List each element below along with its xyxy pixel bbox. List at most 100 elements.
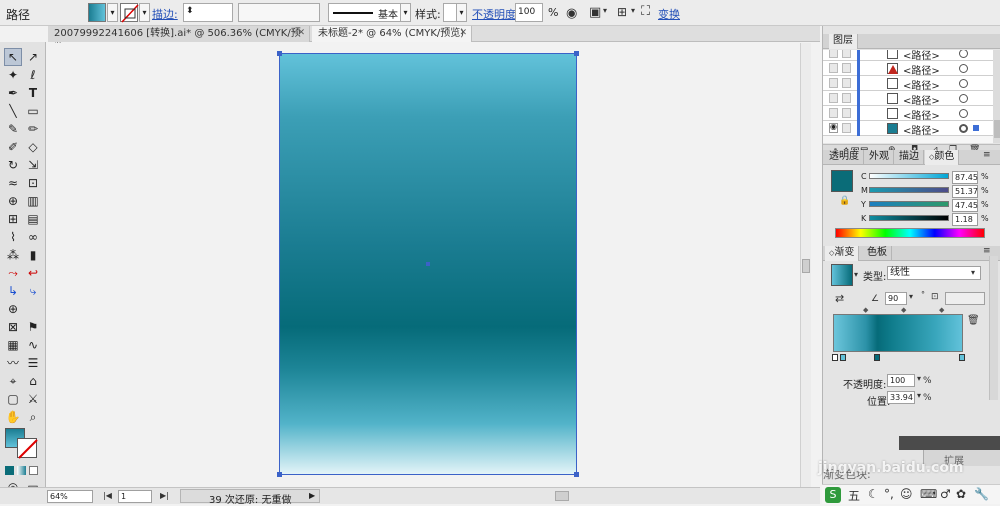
black-value[interactable]: 1.18 [952,213,978,226]
tab-gradient[interactable]: ◇渐变 [825,246,860,261]
chevron-down-icon[interactable]: ▾ [971,268,975,277]
midpoint-diamond-icon[interactable]: ◆ [863,306,868,314]
line-tool-icon[interactable]: ╲ [4,102,22,120]
knife-tool-icon[interactable]: ⚔ [24,390,42,408]
black-slider[interactable] [869,215,949,221]
graph-tool-icon[interactable]: ▦ [4,336,22,354]
zoom-field[interactable]: 64% [47,490,93,503]
angle-dropdown-icon[interactable]: ▾ [909,292,913,301]
curvature-tool-icon[interactable]: ↩ [24,264,42,282]
eyedropper-tool-icon[interactable]: ⌇ [4,228,22,246]
horizontal-scroll-thumb[interactable] [555,491,569,501]
lock-toggle[interactable] [842,108,851,118]
recolor-icon[interactable]: ◉ [566,6,577,21]
style-dropdown[interactable]: ▾ [456,3,467,22]
status-info[interactable]: 39 次还原: 无重做 ▶ [180,489,320,506]
lasso-tool-icon[interactable]: ℓ [24,66,42,84]
scroll-thumb[interactable] [802,259,810,273]
moon-icon[interactable]: ☾ [868,487,879,501]
yellow-value[interactable]: 47.45 [952,199,978,212]
gradient-stop-selected[interactable] [874,354,880,361]
twirl-tool-icon[interactable]: ∿ [24,336,42,354]
panel-menu-icon[interactable]: ≡ [983,246,991,256]
stepper-icon[interactable]: ⬍ [186,6,194,16]
target-icon[interactable] [959,109,968,118]
anchor-point[interactable] [277,472,282,477]
input-mode-label[interactable]: 五 [848,487,860,504]
target-icon[interactable] [959,94,968,103]
stop-opacity-field[interactable]: 100 [887,374,915,387]
tab-document-1[interactable]: 20079992241606 [转换].ai* @ 506.36% (CMYK/… [48,26,310,54]
smooth-tool-icon[interactable]: ⤷ [24,282,42,300]
layer-row[interactable]: <路径> [823,91,993,107]
rectangle-tool-icon[interactable]: ▭ [24,102,42,120]
anchor-convert-tool-icon[interactable]: ⤳ [4,264,22,282]
cyan-slider[interactable] [869,173,949,179]
color-spectrum[interactable] [835,228,985,238]
brush-dropdown-arrow[interactable]: ▾ [400,3,411,22]
tab-appearance[interactable]: 外观 [865,150,894,165]
free-transform-tool-icon[interactable]: ⊡ [24,174,42,192]
skin-icon[interactable]: ✿ [956,487,966,501]
path-tool-icon[interactable]: ↳ [4,282,22,300]
page-field[interactable]: 1 [118,490,152,503]
crosshair-tool-icon[interactable]: ⊕ [4,300,22,318]
selection-indicator[interactable] [973,125,979,131]
tab-document-2[interactable]: 未标题-2* @ 64% (CMYK/预览) ✕ [312,26,472,42]
slice-tool-icon[interactable]: ⌂ [24,372,42,390]
midpoint-diamond-icon[interactable]: ◆ [901,306,906,314]
gradient-tool-icon[interactable]: ▤ [24,210,42,228]
lock-toggle[interactable] [842,93,851,103]
symbol-sprayer-tool-icon[interactable]: ⁂ [4,246,22,264]
lock-toggle[interactable] [842,63,851,73]
eye-icon[interactable]: ◉ [829,122,838,133]
anchor-point[interactable] [277,51,282,56]
lock-toggle[interactable] [842,123,851,133]
fill-swatch[interactable] [88,3,106,22]
type-tool-icon[interactable]: T [24,84,42,102]
tab-stroke[interactable]: 描边 [895,150,924,165]
paintbrush-tool-icon[interactable]: ✎ [4,120,22,138]
color-mode-icon[interactable] [5,466,14,475]
none-mode-icon[interactable] [29,466,38,475]
live-paint-tool-icon[interactable]: ▥ [24,192,42,210]
stroke-indicator[interactable] [17,438,38,459]
target-icon[interactable] [959,124,968,133]
tab-layers[interactable]: 图层 [829,34,858,49]
canvas[interactable] [48,43,811,487]
gradient-stop[interactable] [832,354,838,361]
artboard-tool-icon[interactable]: ▢ [4,390,22,408]
selection-tool-icon[interactable]: ↖ [4,48,22,66]
magenta-value[interactable]: 51.37 [952,185,978,198]
gradient-mode-icon[interactable] [17,466,26,475]
align-dropdown-icon[interactable]: ▾ [603,6,607,15]
anchor-point[interactable] [574,472,579,477]
brush-stroke-dropdown[interactable]: 基本 [328,3,410,22]
angle-field[interactable]: 90 [885,292,907,305]
variable-width-dropdown[interactable] [238,3,320,22]
visibility-toggle[interactable] [829,93,838,103]
align-icon[interactable]: ▣ [589,5,601,20]
shape-builder-tool-icon[interactable]: ⊕ [4,192,22,210]
rotate-tool-icon[interactable]: ↻ [4,156,22,174]
lock-toggle[interactable] [842,50,851,58]
stroke-swatch[interactable] [120,3,139,23]
layer-row[interactable]: ◉ <路径> [823,121,993,137]
punctuation-icon[interactable]: °, [884,487,894,501]
gradient-type-select[interactable]: 线性 [887,266,981,280]
location-dropdown-icon[interactable]: ▾ [917,391,921,400]
last-page-icon[interactable]: ▶| [160,491,169,500]
anchor-point[interactable] [574,51,579,56]
transform-link[interactable]: 变换 [658,6,680,22]
wrench-icon[interactable]: 🔧 [974,487,989,501]
visibility-toggle[interactable] [829,50,838,58]
yellow-slider[interactable] [869,201,949,207]
magenta-slider[interactable] [869,187,949,193]
layer-row[interactable]: <路径> [823,76,993,92]
opacity-dropdown-icon[interactable]: ▾ [917,374,921,383]
ime-logo-icon[interactable]: S [825,487,841,503]
magic-wand-tool-icon[interactable]: ✦ [4,66,22,84]
gradient-stop[interactable] [840,354,846,361]
panel-menu-icon[interactable]: ≡ [983,150,991,160]
zoom-tool-icon[interactable]: ⌕ [24,408,42,426]
